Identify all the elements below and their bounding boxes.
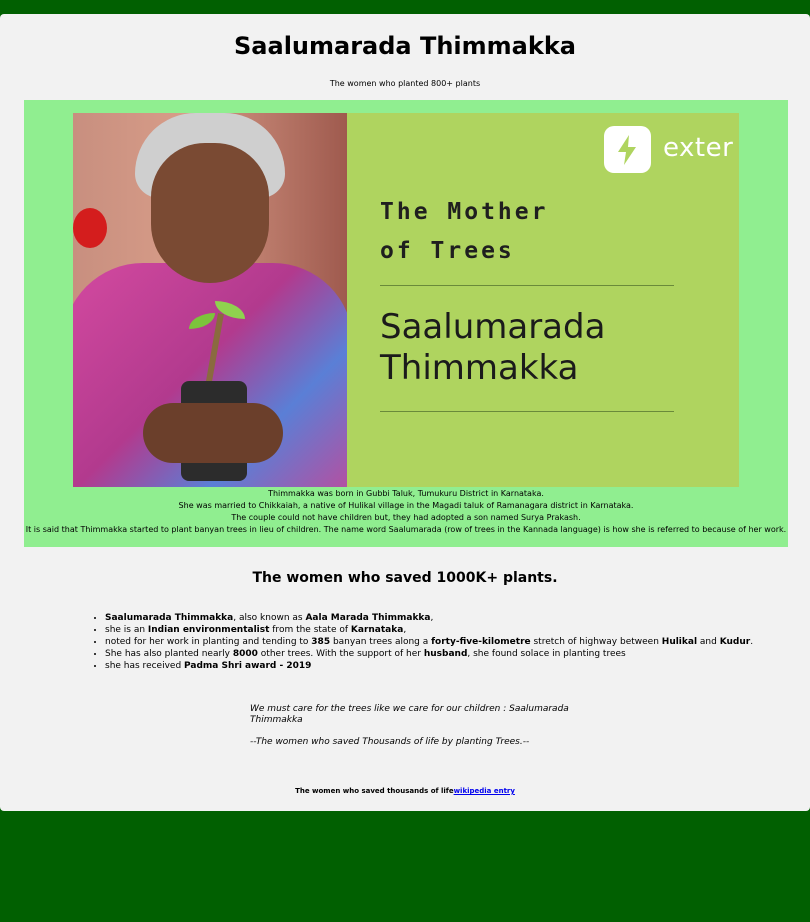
caption-line: It is said that Thimmakka started to pla… [25,525,787,534]
bolt-logo-icon [604,126,651,173]
quote-block: We must care for the trees like we care … [250,704,570,759]
logo-text: exter [663,133,734,163]
page-title: Saalumarada Thimmakka [234,32,576,60]
wikipedia-link[interactable]: wikipedia entry [454,787,515,795]
caption-line: She was married to Chikkaiah, a native o… [178,501,634,510]
list-item: noted for her work in planting and tendi… [105,636,805,648]
list-item: she is an Indian environmentalist from t… [105,624,805,636]
bio-caption: Thimmakka was born in Gubbi Taluk, Tumuk… [24,488,788,536]
section-heading: The women who saved 1000K+ plants. [252,570,558,586]
banner-image: exter The Mother of Trees Saalumarada Th… [73,113,739,487]
quote-attribution: --The women who saved Thousands of life … [250,737,530,747]
banner-heading: The Mother of Trees [380,199,549,264]
banner-divider [380,411,674,412]
list-item: She has also planted nearly 8000 other t… [105,648,805,660]
tribute-box: exter The Mother of Trees Saalumarada Th… [24,100,788,547]
main-card: Saalumarada Thimmakka The women who plan… [0,14,810,811]
caption-line: The couple could not have children but, … [231,513,581,522]
caption-line: Thimmakka was born in Gubbi Taluk, Tumuk… [268,489,544,498]
list-item: Saalumarada Thimmakka, also known as Aal… [105,612,805,624]
page-subtitle: The women who planted 800+ plants [329,79,481,88]
footer-text: The women who saved thousands of life [295,787,454,795]
facts-list: Saalumarada Thimmakka, also known as Aal… [88,612,805,672]
banner-name: Saalumarada Thimmakka [380,307,606,388]
quote-text: We must care for the trees like we care … [250,704,569,725]
footer: The women who saved thousands of lifewik… [0,787,810,795]
banner-divider [380,285,674,286]
list-item: she has received Padma Shri award - 2019 [105,660,805,672]
portrait-photo [73,113,347,487]
